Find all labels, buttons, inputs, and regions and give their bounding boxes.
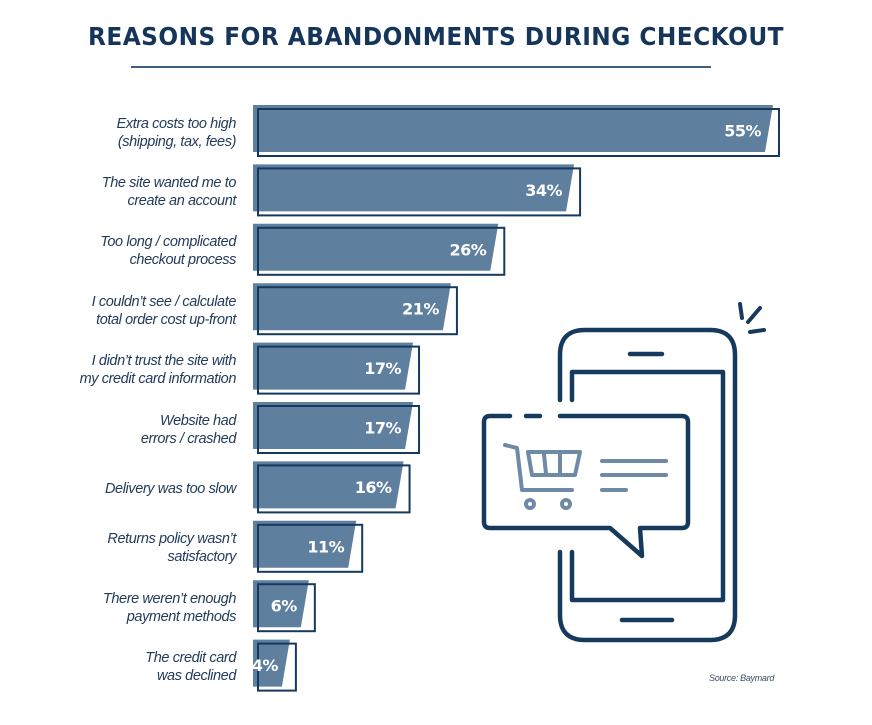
data-label: 6% [271,597,298,616]
source-note: Source: Baymard [709,673,775,683]
data-label: 11% [307,537,344,556]
data-label: 34% [525,181,562,200]
chat-bubble-icon [481,413,691,559]
data-label: 55% [724,122,761,141]
message-lines-icon [600,459,668,492]
bar-group: 17% [253,402,421,454]
data-label: 4% [252,656,279,675]
smartphone-icon [557,327,738,643]
bar-group: 16% [253,461,411,514]
data-label: 26% [449,240,486,259]
smartphone-shopping-illustration [481,302,766,643]
bar [253,105,773,152]
shopping-cart-icon [503,443,582,510]
bar-group: 4% [252,639,297,692]
data-label: 16% [355,478,392,497]
notification-burst-icon [738,302,766,334]
bar-group: 17% [253,342,421,395]
data-label: 21% [402,300,439,319]
data-label: 17% [364,419,401,438]
bar-group: 6% [253,580,316,633]
bar-group: 11% [253,520,364,573]
bar-group: 26% [253,223,506,276]
bar-group: 34% [253,164,582,217]
data-label: 17% [364,359,401,378]
bar-group: 21% [253,283,458,336]
bar-group: 55% [253,105,780,157]
